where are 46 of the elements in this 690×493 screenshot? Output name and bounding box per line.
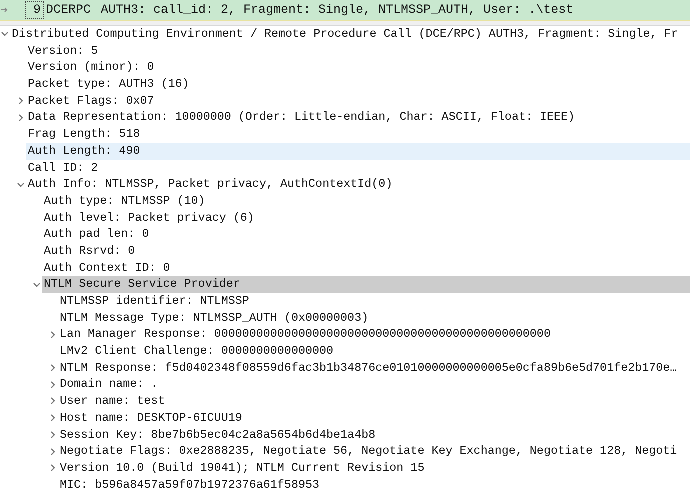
tree-item[interactable]: Auth type: NTLMSSP (10) (42, 192, 690, 210)
expand-caret-icon[interactable] (17, 114, 25, 122)
tree-item[interactable]: Auth Info: NTLMSSP, Packet privacy, AuthContextId(0) (26, 176, 690, 193)
packet-number: 9 (25, 1, 44, 19)
expand-caret-icon[interactable] (49, 414, 57, 422)
tree-item[interactable]: NTLMSSP identifier: NTLMSSP (58, 293, 690, 310)
expand-caret-icon[interactable] (49, 397, 57, 406)
tree-item[interactable]: Packet type: AUTH3 (16) (26, 76, 690, 93)
tree-item[interactable]: Distributed Computing Environment / Remote Procedure Call (DCE/RPC) AUTH3, Fragment: Single, Fr (10, 26, 690, 43)
tree-item[interactable]: LMv2 Client Challenge: 0000000000000000 (58, 343, 690, 360)
collapse-caret-icon[interactable] (17, 180, 25, 189)
expand-caret-icon[interactable] (49, 448, 57, 456)
expand-caret-icon[interactable] (49, 430, 57, 439)
tree-item[interactable]: Frag Length: 518 (26, 126, 690, 143)
packet-row[interactable]: 9 DCERPC AUTH3: call_id: 2, Fragment: Single, NTLMSSP_AUTH, User: .\test (0, 0, 690, 21)
tree-item[interactable]: Lan Manager Response: 000000000000000000000000000000000000000000000000 (58, 326, 690, 344)
expand-caret-icon[interactable] (49, 330, 57, 339)
tree-item[interactable]: MIC: b596a8457a59f07b1972376a61f58953 (58, 476, 690, 493)
expand-caret-icon[interactable] (17, 97, 25, 106)
packet-info: AUTH3: call_id: 2, Fragment: Single, NTLMSSP_AUTH, User: .\test (101, 2, 574, 19)
tree-item[interactable]: Version: 5 (26, 42, 690, 60)
tree-item[interactable]: NTLM Response: f5d0402348f08559d6fac3b1b34876ce01010000000000005e0cfa89b6e5d701fe2b170e… (58, 360, 690, 376)
tree-item[interactable]: Auth Rsrvd: 0 (42, 242, 690, 260)
tree-item[interactable]: Host name: DESKTOP-6ICUU19 (58, 410, 690, 426)
tree-item[interactable]: Auth level: Packet privacy (6) (42, 210, 690, 226)
tree-item[interactable]: Session Key: 8be7b6b5ec04c2a8a5654b6d4be1a4b8 (58, 426, 690, 444)
tree-item[interactable]: User name: test (58, 393, 690, 410)
tree-item[interactable]: Data Representation: 10000000 (Order: Little-endian, Char: ASCII, Float: IEEE) (26, 109, 690, 126)
arrow-icon (1, 6, 9, 14)
tree-item[interactable]: Negotiate Flags: 0xe2888235, Negotiate 56, Negotiate Key Exchange, Negotiate 128, Negoti (58, 443, 690, 460)
tree-item[interactable]: Auth Length: 490 (26, 142, 690, 160)
tree-item[interactable]: Domain name: . (58, 376, 690, 394)
tree-item[interactable]: Version (minor): 0 (26, 59, 690, 76)
expand-caret-icon[interactable] (49, 364, 57, 372)
tree-item[interactable]: Packet Flags: 0x07 (26, 92, 690, 110)
tree-item[interactable]: Auth pad len: 0 (42, 226, 690, 243)
tree-item[interactable]: Version 10.0 (Build 19041); NTLM Current Revision 15 (58, 460, 690, 477)
expand-caret-icon[interactable] (49, 380, 57, 389)
packet-protocol: DCERPC (46, 2, 92, 19)
tree-item[interactable]: Call ID: 2 (26, 160, 690, 176)
tree-item[interactable]: NTLM Secure Service Provider (42, 276, 690, 293)
tree-item[interactable]: NTLM Message Type: NTLMSSP_AUTH (0x00000003) (58, 310, 690, 326)
expand-caret-icon[interactable] (49, 464, 57, 472)
collapse-caret-icon[interactable] (33, 280, 41, 289)
tree-item[interactable]: Auth Context ID: 0 (42, 260, 690, 276)
collapse-caret-icon[interactable] (1, 30, 9, 38)
